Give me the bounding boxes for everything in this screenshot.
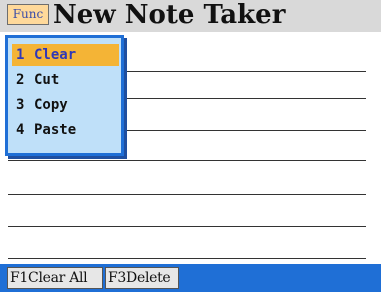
note-line [8, 160, 366, 161]
menu-item-clear[interactable]: 1 Clear [12, 44, 119, 66]
menu-item-number: 1 [16, 47, 25, 63]
softkey-key: F1 [10, 270, 29, 286]
note-line [8, 194, 366, 195]
softkey-label: Delete [126, 270, 171, 286]
softkey-bar: F1Clear All F3Delete [0, 264, 381, 292]
title-bar: Func New Note Taker [0, 0, 381, 32]
menu-item-copy[interactable]: 3 Copy [12, 94, 119, 116]
softkey-f1-clear-all[interactable]: F1Clear All [7, 267, 103, 289]
menu-item-number: 2 [16, 72, 25, 88]
func-button[interactable]: Func [7, 4, 49, 25]
menu-item-cut[interactable]: 2 Cut [12, 69, 119, 91]
menu-item-label: Copy [34, 97, 68, 113]
menu-item-label: Cut [34, 72, 60, 88]
app-title: New Note Taker [53, 0, 286, 30]
menu-item-number: 4 [16, 122, 25, 138]
note-line [8, 226, 366, 227]
menu-item-paste[interactable]: 4 Paste [12, 119, 119, 141]
menu-item-number: 3 [16, 97, 25, 113]
menu-item-label: Clear [34, 47, 77, 63]
softkey-f3-delete[interactable]: F3Delete [105, 267, 179, 289]
note-line [8, 258, 366, 259]
func-menu: 1 Clear 2 Cut 3 Copy 4 Paste [5, 35, 124, 156]
softkey-key: F3 [108, 270, 127, 286]
softkey-label: Clear All [28, 270, 88, 286]
menu-item-label: Paste [34, 122, 77, 138]
